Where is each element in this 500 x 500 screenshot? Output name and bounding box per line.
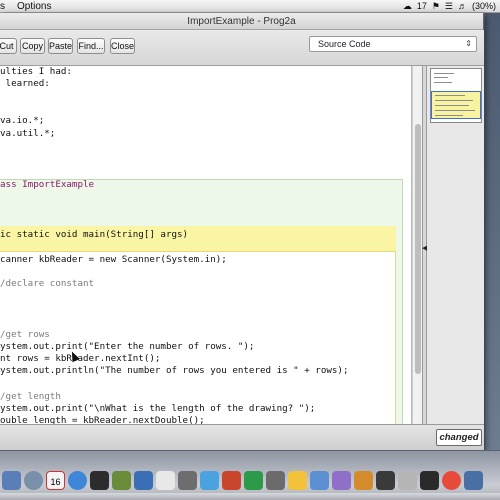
copy-button[interactable]: Copy <box>20 38 45 54</box>
cloud-icon[interactable]: ☁ <box>403 1 412 12</box>
code-editor[interactable]: ulties I had: learned: va.io.*; va.util.… <box>0 66 412 424</box>
terminal-icon[interactable] <box>90 471 109 490</box>
thumbnail-line <box>434 77 448 78</box>
thumbnail-line <box>435 95 465 96</box>
paste-button[interactable]: Paste <box>48 38 73 54</box>
wifi-icon[interactable]: ☰ <box>445 1 453 12</box>
code-line: ouble length = kbReader.nextDouble(); <box>0 415 205 424</box>
battery-percent[interactable]: (30%) <box>472 1 496 11</box>
finder-icon[interactable] <box>2 471 21 490</box>
code-line: learned: <box>0 78 50 89</box>
code-line: ulties I had: <box>0 66 72 77</box>
thumbnail-line <box>434 82 452 83</box>
close-button[interactable]: Close <box>110 38 135 54</box>
code-line: ystem.out.print("Enter the number of row… <box>0 341 255 352</box>
navigator-panel <box>427 66 484 424</box>
code-line: ystem.out.print("\nWhat is the length of… <box>0 403 316 414</box>
flag-icon[interactable]: ⚑ <box>432 1 440 12</box>
app-icon[interactable] <box>288 471 307 490</box>
find-button[interactable]: Find... <box>77 38 105 54</box>
editor-scrollbar[interactable] <box>412 66 422 424</box>
cut-button[interactable]: Cut <box>0 38 17 54</box>
code-thumbnail[interactable] <box>430 68 482 123</box>
editor-window: ImportExample - Prog2a Cut Copy Paste Fi… <box>0 13 484 450</box>
code-line: ass ImportExample <box>0 179 95 190</box>
app-icon[interactable] <box>376 471 395 490</box>
thumbnail-line <box>434 73 454 74</box>
chevron-updown-icon: ⇕ <box>465 39 472 48</box>
app-icon[interactable] <box>464 471 483 490</box>
options-menu[interactable]: Options <box>11 1 57 12</box>
app-icon[interactable] <box>156 471 175 490</box>
code-line: /declare constant <box>0 278 95 289</box>
thumbnail-line <box>435 105 469 106</box>
app-icon[interactable] <box>266 471 285 490</box>
source-mode-value: Source Code <box>318 39 371 49</box>
status-bar: changed <box>0 424 484 450</box>
toolbar: Cut Copy Paste Find... Close Source Code… <box>0 30 484 66</box>
thumbnail-line <box>435 115 463 116</box>
launchpad-icon[interactable] <box>24 471 43 490</box>
app-icon[interactable] <box>420 471 439 490</box>
code-line: canner kbReader = new Scanner(System.in)… <box>0 254 227 265</box>
app-icon[interactable] <box>354 471 373 490</box>
app-icon[interactable] <box>332 471 351 490</box>
changed-indicator: changed <box>436 429 482 446</box>
code-line: /get rows <box>0 329 50 340</box>
menubar-status: ☁ 17 ⚑ ☰ ♬ (30%) <box>403 1 500 12</box>
calendar-icon[interactable]: 16 <box>46 471 65 490</box>
app-icon[interactable] <box>222 471 241 490</box>
app-icon[interactable] <box>200 471 219 490</box>
thumbnail-viewport[interactable] <box>431 91 481 119</box>
code-line: va.util.*; <box>0 128 56 139</box>
code-line: va.io.*; <box>0 115 45 126</box>
chrome-icon[interactable] <box>442 471 461 490</box>
thumbnail-line <box>435 110 475 111</box>
window-title[interactable]: ImportExample - Prog2a <box>0 13 483 30</box>
desktop-background <box>485 13 500 450</box>
app-icon[interactable] <box>244 471 263 490</box>
code-line: ystem.out.println("The number of rows yo… <box>0 365 349 376</box>
app-icon[interactable] <box>134 471 153 490</box>
app-icon[interactable] <box>112 471 131 490</box>
code-line: nt rows = kbReader.nextInt(); <box>0 353 161 364</box>
dock: 16 <box>0 450 500 500</box>
code-line: ic static void main(String[] args) <box>0 229 189 240</box>
scrollbar-thumb[interactable] <box>415 124 421 374</box>
app-icon[interactable] <box>178 471 197 490</box>
app-icon[interactable] <box>310 471 329 490</box>
menu-bar: s Options ☁ 17 ⚑ ☰ ♬ (30%) <box>0 0 500 13</box>
code-line: /get length <box>0 391 61 402</box>
app-icon[interactable] <box>398 471 417 490</box>
source-mode-select[interactable]: Source Code ⇕ <box>309 36 477 52</box>
volume-icon[interactable]: ♬ <box>458 1 467 11</box>
apple-menu[interactable]: s <box>0 1 11 12</box>
dock-shelf <box>0 493 500 500</box>
thumbnail-line <box>435 100 473 101</box>
notification-count[interactable]: 17 <box>417 1 427 11</box>
safari-icon[interactable] <box>68 471 87 490</box>
